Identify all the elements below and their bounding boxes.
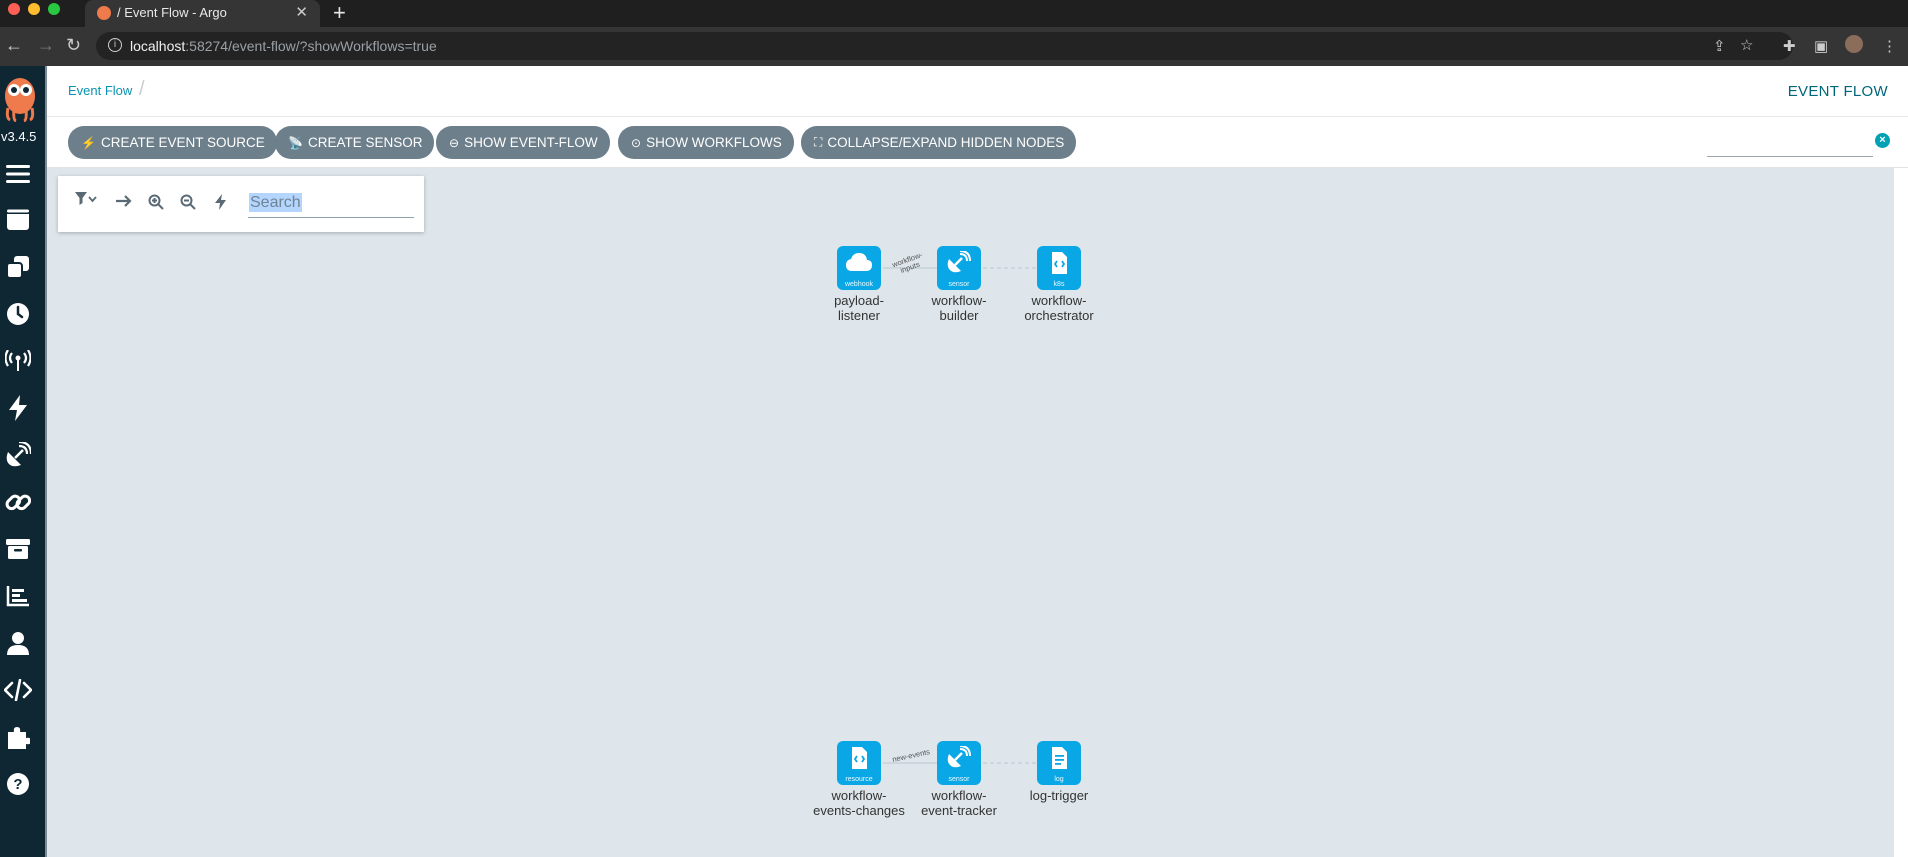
address-bar[interactable]: i localhost:58274/event-flow/?showWorkfl… (96, 32, 1793, 60)
expand-icon: ⛶ (814, 135, 823, 149)
button-label: SHOW EVENT-FLOW (464, 135, 598, 150)
vertical-scrollbar[interactable] (1894, 168, 1908, 857)
show-workflows-button[interactable]: ⊙ SHOW WORKFLOWS (618, 126, 794, 159)
node-label: log-trigger (1029, 788, 1089, 803)
browser-menu-icon[interactable]: ⋮ (1882, 37, 1897, 55)
satellite-dish-icon (947, 746, 971, 768)
extensions-icon[interactable]: ✚ (1783, 37, 1796, 55)
create-sensor-button[interactable]: 📡 CREATE SENSOR (275, 126, 435, 159)
version-label: v3.4.5 (1, 129, 37, 144)
bolt-icon: ⚡ (81, 135, 96, 150)
node-type: sensor (948, 281, 970, 288)
browser-tab[interactable]: / Event Flow - Argo ✕ (85, 0, 320, 27)
tab-title: / Event Flow - Argo (117, 5, 227, 20)
svg-text:?: ? (13, 776, 22, 793)
window-maximize-button[interactable] (48, 3, 60, 15)
archive-icon[interactable] (4, 535, 32, 563)
reports-icon[interactable] (4, 582, 32, 610)
profile-avatar[interactable] (1845, 35, 1863, 53)
tab-close-icon[interactable]: ✕ (295, 3, 308, 21)
api-docs-icon[interactable] (4, 676, 32, 704)
side-panel-icon[interactable]: ▣ (1814, 37, 1828, 55)
share-icon[interactable]: ⇪ (1713, 37, 1726, 55)
clear-filter-icon[interactable]: × (1875, 133, 1890, 148)
file-code-icon (1052, 252, 1067, 274)
action-toolbar: ⚡ CREATE EVENT SOURCE 📡 CREATE SENSOR ⊖ SHO… (47, 117, 1908, 168)
event-flow-icon[interactable] (4, 394, 32, 422)
node-type: resource (845, 776, 873, 783)
breadcrumb-separator: / (139, 78, 145, 100)
file-text-icon (1052, 747, 1067, 769)
workflow-templates-icon[interactable] (4, 253, 32, 281)
argo-logo[interactable] (2, 74, 38, 122)
new-tab-icon[interactable]: + (333, 0, 346, 26)
graph-canvas[interactable]: webhook payload-listener workflow-inputs… (47, 168, 1894, 857)
forward-icon[interactable]: → (37, 35, 55, 56)
page-header: Event Flow / EVENT FLOW (47, 66, 1908, 117)
cloud-icon (846, 253, 872, 271)
sidebar: v3.4.5 ? (0, 66, 47, 857)
zoom-out-icon[interactable] (180, 194, 196, 214)
zoom-in-icon[interactable] (148, 194, 164, 214)
user-icon[interactable] (4, 629, 32, 657)
collapse-expand-hidden-nodes-button[interactable]: ⛶ COLLAPSE/EXPAND HIDDEN NODES (801, 126, 1077, 159)
event-sources-icon[interactable] (4, 347, 32, 375)
node-type: k8s (1053, 281, 1065, 288)
url-text: localhost:58274/event-flow/?showWorkflow… (130, 38, 437, 54)
create-event-source-button[interactable]: ⚡ CREATE EVENT SOURCE (68, 126, 277, 159)
graph-search-placeholder: Search (249, 193, 302, 212)
node-type: log (1054, 776, 1064, 783)
help-icon[interactable]: ? (4, 770, 32, 798)
graph-controls-panel: Search (58, 176, 424, 232)
menu-icon[interactable] (4, 160, 32, 188)
event-source-node[interactable]: resource (837, 741, 881, 785)
filter-icon[interactable] (74, 191, 98, 211)
page-title: EVENT FLOW (1787, 83, 1888, 100)
toolbar-filter-input[interactable] (1707, 156, 1873, 157)
bolt-icon[interactable] (215, 194, 227, 214)
button-label: CREATE EVENT SOURCE (100, 135, 265, 150)
plugins-icon[interactable] (4, 723, 32, 751)
browser-tab-strip: / Event Flow - Argo ✕ + (0, 0, 1908, 27)
button-label: SHOW WORKFLOWS (646, 135, 782, 150)
trigger-node[interactable]: k8s (1037, 246, 1081, 290)
cron-workflows-icon[interactable] (4, 300, 32, 328)
file-code-icon (852, 747, 867, 769)
sensor-node[interactable]: sensor (937, 246, 981, 290)
workflows-icon[interactable] (4, 206, 32, 234)
bookmark-star-icon[interactable]: ☆ (1740, 36, 1753, 54)
button-label: CREATE SENSOR (307, 135, 423, 150)
arrow-right-icon[interactable] (115, 194, 133, 212)
window-minimize-button[interactable] (28, 3, 40, 15)
event-source-node[interactable]: webhook (837, 246, 881, 290)
toggle-off-icon: ⊖ (449, 135, 460, 150)
node-type: webhook (844, 281, 874, 288)
satellite-dish-icon (947, 251, 971, 273)
argo-favicon-icon (97, 6, 111, 20)
back-icon[interactable]: ← (5, 35, 23, 56)
node-label: workflow-orchestrator (1024, 293, 1094, 323)
link-icon[interactable] (4, 488, 32, 516)
site-info-icon[interactable]: i (108, 38, 122, 52)
sensor-node[interactable]: sensor (937, 741, 981, 785)
breadcrumb[interactable]: Event Flow (68, 83, 132, 98)
trigger-node[interactable]: log (1037, 741, 1081, 785)
sensor-icon: 📡 (288, 135, 303, 150)
button-label: COLLAPSE/EXPAND HIDDEN NODES (827, 135, 1065, 150)
show-event-flow-button[interactable]: ⊖ SHOW EVENT-FLOW (436, 126, 610, 159)
browser-toolbar: ← → ↻ i localhost:58274/event-flow/?show… (0, 27, 1908, 66)
sensors-icon[interactable] (4, 441, 32, 469)
node-type: sensor (948, 776, 970, 783)
toggle-on-icon: ⊙ (631, 135, 642, 150)
window-close-button[interactable] (8, 3, 20, 15)
reload-icon[interactable]: ↻ (66, 35, 81, 56)
